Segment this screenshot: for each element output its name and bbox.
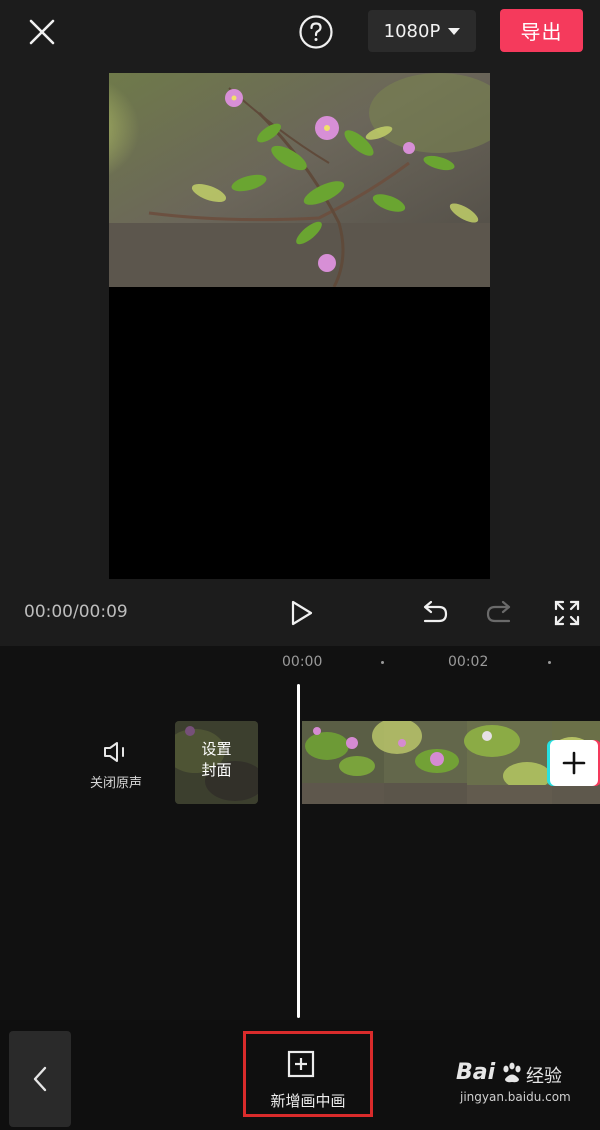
- resolution-dropdown[interactable]: 1080P: [368, 10, 476, 52]
- undo-icon: [423, 600, 448, 623]
- time-tick: 00:00: [282, 654, 323, 670]
- speaker-icon: [104, 742, 124, 762]
- set-cover-button[interactable]: 设置 封面: [175, 721, 258, 804]
- mute-original-audio-button[interactable]: 关闭原声: [80, 738, 152, 802]
- plus-icon: [562, 751, 586, 775]
- fullscreen-button[interactable]: [552, 598, 582, 628]
- help-button[interactable]: [298, 14, 334, 50]
- preview-frame-image: [109, 73, 490, 287]
- close-icon: [29, 19, 55, 45]
- resolution-label: 1080P: [383, 20, 441, 42]
- back-button[interactable]: [9, 1031, 71, 1127]
- play-icon: [291, 600, 313, 626]
- time-tick: 00:02: [448, 654, 489, 670]
- mute-label: 关闭原声: [89, 776, 142, 791]
- caret-down-icon: [448, 27, 461, 35]
- redo-button[interactable]: [485, 598, 515, 628]
- watermark-url: jingyan.baidu.com: [460, 1090, 571, 1104]
- watermark-brand: Bai: [456, 1060, 496, 1085]
- fullscreen-icon: [554, 600, 580, 626]
- chevron-left-icon: [33, 1066, 47, 1092]
- video-preview[interactable]: [109, 73, 490, 579]
- timecode: 00:00/00:09: [24, 602, 128, 622]
- time-tick-dot: [381, 661, 384, 664]
- add-pip-button[interactable]: 新增画中画: [243, 1031, 373, 1117]
- watermark-suffix: 经验: [526, 1066, 562, 1087]
- player-controls: 00:00/00:09: [0, 580, 600, 646]
- play-button[interactable]: [286, 598, 316, 628]
- time-tick-dot: [548, 661, 551, 664]
- export-button[interactable]: 导出: [500, 9, 583, 52]
- plus-square-icon: [287, 1050, 315, 1078]
- redo-icon: [486, 600, 511, 623]
- undo-button[interactable]: [419, 598, 449, 628]
- close-button[interactable]: [22, 12, 62, 52]
- timeline[interactable]: 00:00 00:02 关闭原声 设置 封面: [0, 646, 600, 1020]
- add-clip-button[interactable]: [550, 740, 598, 786]
- cover-label-line2: 封面: [201, 761, 232, 779]
- playhead[interactable]: [297, 684, 300, 1018]
- cover-label-line1: 设置: [201, 740, 232, 758]
- pip-label: 新增画中画: [270, 1092, 346, 1110]
- baidu-watermark: Bai 经验 jingyan.baidu.com: [456, 1060, 596, 1120]
- help-icon: [299, 15, 333, 49]
- top-bar: 1080P 导出: [0, 0, 600, 64]
- paw-icon: [503, 1062, 521, 1083]
